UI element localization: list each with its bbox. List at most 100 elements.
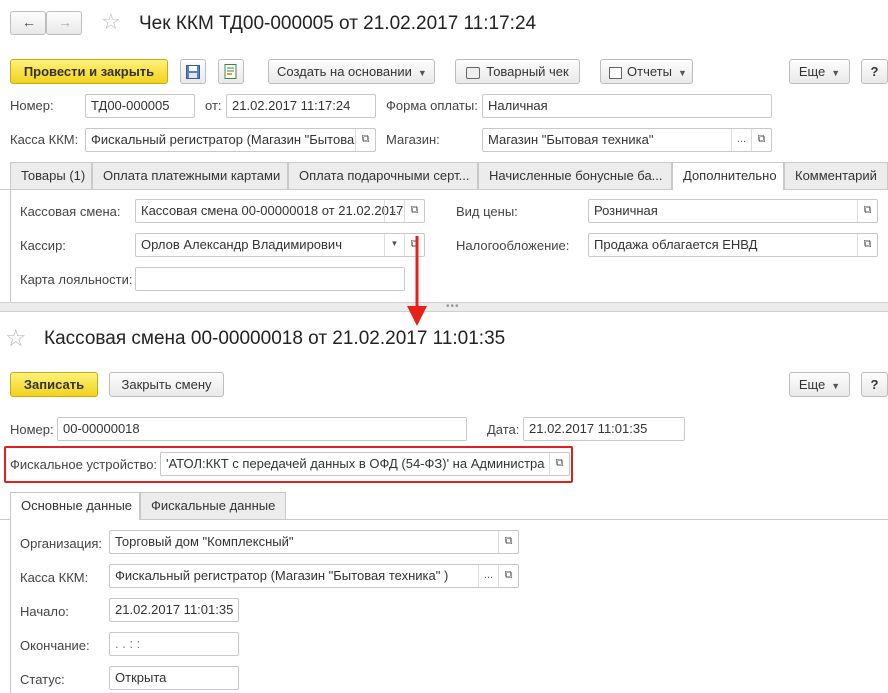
shift-register-field[interactable]: Фискальный регистратор (Магазин "Бытовая… bbox=[109, 564, 519, 588]
start-field[interactable]: 21.02.2017 11:01:35 bbox=[109, 598, 239, 622]
more-button-bottom[interactable]: Еще ▼ bbox=[789, 372, 850, 397]
chevron-down-icon[interactable]: ▼ bbox=[384, 234, 404, 256]
more-label: Еще bbox=[798, 377, 826, 392]
loyalty-card-field[interactable] bbox=[135, 267, 405, 291]
shift-date-field[interactable]: 21.02.2017 11:01:35 bbox=[523, 417, 685, 441]
window-splitter[interactable]: ••• bbox=[0, 301, 888, 312]
red-arrow-annotation bbox=[407, 236, 427, 326]
payment-form-label: Форма оплаты: bbox=[386, 98, 478, 113]
fiscal-device-label: Фискальное устройство: bbox=[10, 457, 158, 472]
status-field[interactable]: Открыта bbox=[109, 666, 239, 690]
ellipsis-icon[interactable]: ... bbox=[731, 129, 751, 151]
page-title: Чек ККМ ТД00-000005 от 21.02.2017 11:17:… bbox=[139, 13, 537, 34]
save-button[interactable] bbox=[180, 59, 206, 84]
shift-date-label: Дата: bbox=[487, 422, 520, 437]
price-type-field[interactable]: Розничная ⧉ bbox=[588, 199, 878, 223]
back-button[interactable]: ← bbox=[10, 11, 46, 35]
product-receipt-label: Товарный чек bbox=[486, 64, 569, 79]
store-label: Магазин: bbox=[386, 132, 440, 147]
create-based-on-button[interactable]: Создать на основании ▼ bbox=[268, 59, 435, 84]
open-link-icon[interactable]: ⧉ bbox=[404, 200, 424, 222]
tab-additional[interactable]: Дополнительно bbox=[672, 162, 784, 190]
cash-shift-label: Кассовая смена: bbox=[20, 204, 121, 219]
tab-bonus-points[interactable]: Начисленные бонусные ба... bbox=[478, 162, 672, 189]
cashier-field[interactable]: Орлов Александр Владимирович ▼ ⧉ bbox=[135, 233, 425, 257]
reports-label: Отчеты bbox=[627, 64, 672, 79]
shift-number-label: Номер: bbox=[10, 422, 54, 437]
payment-form-field[interactable]: Наличная bbox=[482, 94, 772, 118]
cashier-value: Орлов Александр Владимирович bbox=[141, 237, 342, 252]
cash-shift-field[interactable]: Кассовая смена 00-00000018 от 21.02.2017… bbox=[135, 199, 425, 223]
fiscal-device-value: 'АТОЛ:ККТ с передачей данных в ОФД (54-Ф… bbox=[166, 456, 545, 471]
tab-main-data[interactable]: Основные данные bbox=[10, 492, 140, 520]
document-button[interactable] bbox=[218, 59, 244, 84]
open-link-icon[interactable]: ⧉ bbox=[498, 565, 518, 587]
save-button-bottom[interactable]: Записать bbox=[10, 372, 98, 397]
ellipsis-icon[interactable]: ... bbox=[478, 565, 498, 587]
tab-gift-certificates[interactable]: Оплата подарочными серт... bbox=[288, 162, 478, 189]
shift-title: Кассовая смена 00-00000018 от 21.02.2017… bbox=[44, 328, 506, 349]
chevron-down-icon: ▼ bbox=[677, 68, 687, 78]
splitter-grip-icon: ••• bbox=[446, 301, 460, 312]
start-label: Начало: bbox=[20, 604, 69, 619]
cash-register-label: Касса ККМ: bbox=[10, 132, 79, 147]
chevron-down-icon: ▼ bbox=[417, 68, 427, 78]
open-link-icon[interactable]: ⧉ bbox=[355, 129, 375, 151]
open-link-icon[interactable]: ⧉ bbox=[549, 453, 569, 475]
from-label: от: bbox=[205, 98, 222, 113]
back-arrow-icon: ← bbox=[22, 14, 36, 30]
forward-button[interactable]: → bbox=[46, 11, 82, 35]
print-icon bbox=[466, 66, 481, 79]
price-type-value: Розничная bbox=[594, 203, 658, 218]
cashier-label: Кассир: bbox=[20, 238, 66, 253]
close-shift-button[interactable]: Закрыть смену bbox=[109, 372, 224, 397]
shift-number-field[interactable]: 00-00000018 bbox=[57, 417, 467, 441]
organization-field[interactable]: Торговый дом "Комплексный" ⧉ bbox=[109, 530, 519, 554]
create-based-on-label: Создать на основании bbox=[277, 64, 412, 79]
reports-icon bbox=[609, 66, 622, 79]
status-label: Статус: bbox=[20, 672, 65, 687]
taxation-field[interactable]: Продажа облагается ЕНВД ⧉ bbox=[588, 233, 878, 257]
tab-comment[interactable]: Комментарий bbox=[784, 162, 888, 189]
fiscal-device-field[interactable]: 'АТОЛ:ККТ с передачей данных в ОФД (54-Ф… bbox=[160, 452, 570, 476]
price-type-label: Вид цены: bbox=[456, 204, 518, 219]
store-value: Магазин "Бытовая техника" bbox=[488, 132, 654, 147]
more-label: Еще bbox=[798, 64, 826, 79]
chevron-down-icon: ▼ bbox=[831, 381, 841, 391]
tab-fiscal-data[interactable]: Фискальные данные bbox=[140, 492, 286, 519]
organization-label: Организация: bbox=[20, 536, 103, 551]
save-disk-icon bbox=[186, 65, 200, 79]
more-button[interactable]: Еще ▼ bbox=[789, 59, 850, 84]
shift-register-value: Фискальный регистратор (Магазин "Бытовая… bbox=[115, 568, 449, 583]
help-button[interactable]: ? bbox=[861, 59, 888, 84]
store-field[interactable]: Магазин "Бытовая техника" ... ⧉ bbox=[482, 128, 772, 152]
product-receipt-button[interactable]: Товарный чек bbox=[455, 59, 580, 84]
cash-register-value: Фискальный регистратор (Магазин "Бытова bbox=[91, 132, 355, 147]
open-link-icon[interactable]: ⧉ bbox=[857, 200, 877, 222]
open-link-icon[interactable]: ⧉ bbox=[498, 531, 518, 553]
cash-register-field[interactable]: Фискальный регистратор (Магазин "Бытова … bbox=[85, 128, 376, 152]
ellipsis-icon[interactable]: ... bbox=[384, 200, 404, 222]
favorite-star-icon[interactable]: ☆ bbox=[5, 324, 27, 353]
post-and-close-button[interactable]: Провести и закрыть bbox=[10, 59, 168, 84]
tab-card-payment[interactable]: Оплата платежными картами bbox=[92, 162, 288, 189]
end-field[interactable]: . . : : bbox=[109, 632, 239, 656]
number-field[interactable]: ТД00-000005 bbox=[85, 94, 195, 118]
tab-goods[interactable]: Товары (1) bbox=[10, 162, 92, 189]
shift-register-label: Касса ККМ: bbox=[20, 570, 89, 585]
reports-button[interactable]: Отчеты ▼ bbox=[600, 59, 693, 84]
loyalty-card-label: Карта лояльности: bbox=[20, 272, 133, 287]
document-icon bbox=[224, 64, 237, 79]
cash-shift-value: Кассовая смена 00-00000018 от 21.02.2017 bbox=[141, 203, 404, 218]
date-field[interactable]: 21.02.2017 11:17:24 bbox=[226, 94, 376, 118]
end-label: Окончание: bbox=[20, 638, 90, 653]
taxation-label: Налогообложение: bbox=[456, 238, 570, 253]
chevron-down-icon: ▼ bbox=[831, 68, 841, 78]
favorite-star-icon[interactable]: ☆ bbox=[101, 9, 121, 35]
open-link-icon[interactable]: ⧉ bbox=[751, 129, 771, 151]
help-button-bottom[interactable]: ? bbox=[861, 372, 888, 397]
open-link-icon[interactable]: ⧉ bbox=[857, 234, 877, 256]
organization-value: Торговый дом "Комплексный" bbox=[115, 534, 294, 549]
number-label: Номер: bbox=[10, 98, 54, 113]
forward-arrow-icon: → bbox=[58, 14, 72, 30]
